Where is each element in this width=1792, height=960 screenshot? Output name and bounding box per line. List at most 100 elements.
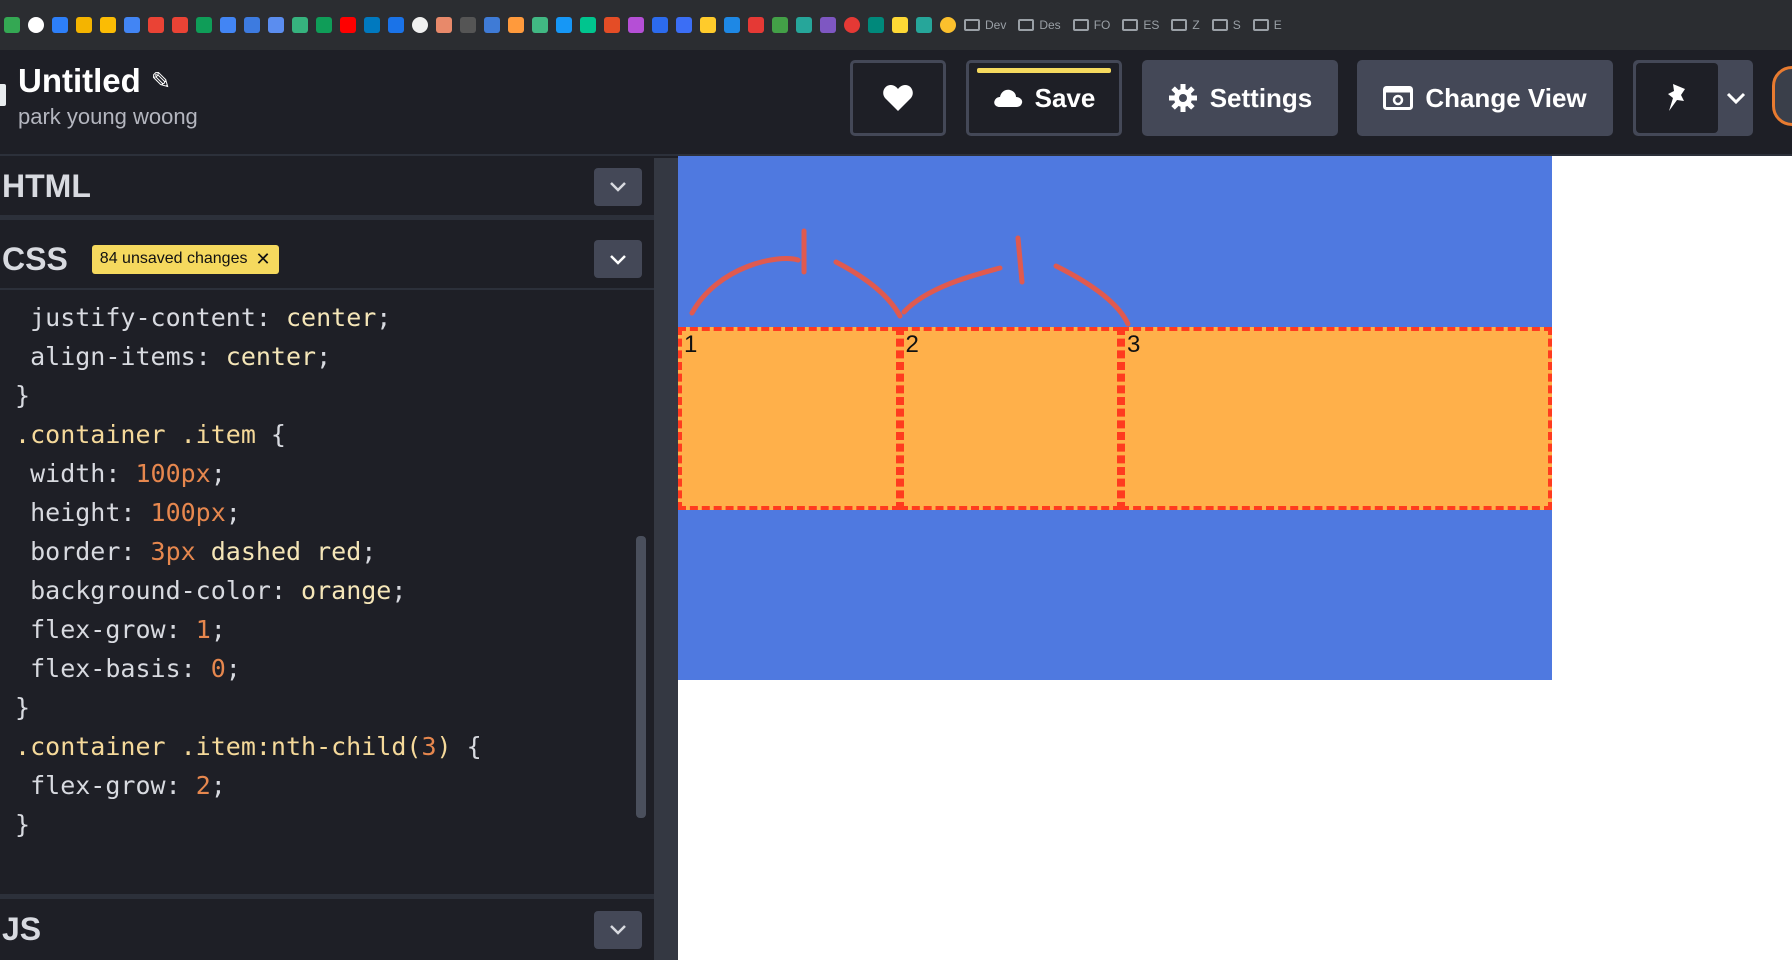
app-icon[interactable] [292, 17, 308, 33]
fox-icon[interactable] [508, 17, 524, 33]
code-line: flex-grow: 2; [0, 771, 226, 800]
photos-icon[interactable] [316, 17, 332, 33]
shield-icon[interactable] [388, 17, 404, 33]
bookmark-folder[interactable]: S [1211, 18, 1241, 32]
annotation-arc [833, 259, 903, 319]
close-icon[interactable]: ✕ [255, 249, 270, 270]
preview-pane: 123 [678, 156, 1792, 960]
h-icon[interactable] [820, 17, 836, 33]
html-collapse-button[interactable] [594, 167, 642, 206]
html-panel-header[interactable]: HTML [0, 158, 654, 220]
translate-icon[interactable] [268, 17, 284, 33]
resize-divider[interactable] [654, 158, 678, 960]
github-icon[interactable] [412, 17, 428, 33]
change-view-button[interactable]: Change View [1357, 60, 1613, 136]
logo-icon[interactable] [0, 84, 6, 106]
keep-icon[interactable] [100, 17, 116, 33]
grid-icon[interactable] [460, 17, 476, 33]
js-panel-title: JS [2, 911, 42, 947]
pencil-icon[interactable]: ✎ [151, 67, 171, 96]
save-button[interactable]: Save [966, 60, 1122, 136]
code-line: height: 100px; [0, 498, 241, 527]
chevron-down-icon [610, 254, 626, 265]
author-name[interactable]: park young woong [18, 104, 198, 130]
gmail-2-icon[interactable] [172, 17, 188, 33]
line-icon[interactable] [484, 17, 500, 33]
bookmark-folder[interactable]: E [1252, 18, 1282, 32]
bookmarks-bar: Dev Des FO ES Z S E [0, 0, 1792, 50]
title-row: Untitled ✎ [18, 62, 171, 100]
pin-menu-button[interactable] [1718, 92, 1753, 104]
annotation-tick [1015, 235, 1025, 285]
unsaved-changes-badge[interactable]: 84 unsaved changes ✕ [91, 244, 279, 274]
flag-icon[interactable] [724, 17, 740, 33]
bookmark-folder[interactable]: ES [1122, 18, 1159, 32]
redux-icon[interactable] [604, 17, 620, 33]
sheets-2-icon[interactable] [196, 17, 212, 33]
html-panel-title: HTML [2, 168, 91, 204]
spiral-icon[interactable] [868, 17, 884, 33]
js-panel-header[interactable]: JS [0, 894, 654, 960]
fire-icon[interactable] [700, 17, 716, 33]
bookmark-folder[interactable]: FO [1072, 18, 1110, 32]
google-icon[interactable] [28, 17, 44, 33]
bolt-icon[interactable] [244, 17, 260, 33]
folder-icon [1122, 19, 1139, 31]
r-icon[interactable] [628, 17, 644, 33]
bookmark-folder[interactable]: Dev [964, 18, 1006, 32]
sheets-icon[interactable] [4, 17, 20, 33]
pin-button[interactable] [1636, 63, 1718, 133]
bookmark-folder[interactable]: Des [1018, 18, 1061, 32]
save-label: Save [1034, 82, 1096, 113]
css-panel-header[interactable]: CSS 84 unsaved changes ✕ [0, 230, 654, 290]
code-line: } [0, 810, 31, 839]
chevron-down-icon [610, 925, 626, 935]
b-icon[interactable] [676, 17, 692, 33]
code-line: .container .item:nth-child(3) { [0, 732, 482, 761]
bot-icon[interactable] [892, 17, 908, 33]
gmail-icon[interactable] [148, 17, 164, 33]
q-icon[interactable] [772, 17, 788, 33]
vuetify-icon[interactable] [556, 17, 572, 33]
nuxt-icon[interactable] [580, 17, 596, 33]
chart-icon[interactable] [916, 17, 932, 33]
avatar[interactable] [1772, 66, 1792, 126]
folder-icon [964, 19, 980, 31]
css-code-editor[interactable]: justify-content: center; align-items: ce… [0, 292, 640, 890]
code-line: flex-grow: 1; [0, 615, 226, 644]
coin-icon[interactable] [940, 17, 956, 33]
change-view-label: Change View [1425, 82, 1587, 113]
js-collapse-button[interactable] [594, 910, 642, 949]
trello-icon[interactable] [364, 17, 380, 33]
diamond-icon[interactable] [796, 17, 812, 33]
heart-icon [883, 85, 913, 111]
code-scrollbar[interactable] [636, 536, 646, 818]
ball-icon[interactable] [748, 17, 764, 33]
app-header: Untitled ✎ park young woong Save Setting… [0, 50, 1792, 156]
settings-button[interactable]: Settings [1142, 60, 1338, 136]
vue-icon[interactable] [532, 17, 548, 33]
bookmark-folder[interactable]: Z [1171, 18, 1200, 32]
editor-panel: HTML CSS 84 unsaved changes ✕ justify-co… [0, 158, 654, 960]
drive-icon[interactable] [76, 17, 92, 33]
code-line: background-color: orange; [0, 576, 407, 605]
calendar-icon[interactable] [124, 17, 140, 33]
dropbox-icon[interactable] [52, 17, 68, 33]
code-line: align-items: center; [0, 342, 332, 371]
folder-icon [1211, 19, 1228, 31]
pen-title[interactable]: Untitled [18, 62, 141, 100]
folder-icon [1252, 19, 1269, 31]
youtube-icon[interactable] [340, 17, 356, 33]
folder-icon [1171, 19, 1188, 31]
target-icon[interactable] [844, 17, 860, 33]
mountain-icon[interactable] [652, 17, 668, 33]
css-collapse-button[interactable] [594, 240, 642, 278]
extension-icon[interactable] [436, 17, 452, 33]
docs-icon[interactable] [220, 17, 236, 33]
annotation-arc [689, 256, 801, 316]
annotation-arcs [689, 228, 1131, 327]
code-line: justify-content: center; [0, 303, 392, 332]
love-button[interactable] [850, 60, 946, 136]
code-line: } [0, 693, 31, 722]
pin-button-group [1633, 60, 1753, 136]
